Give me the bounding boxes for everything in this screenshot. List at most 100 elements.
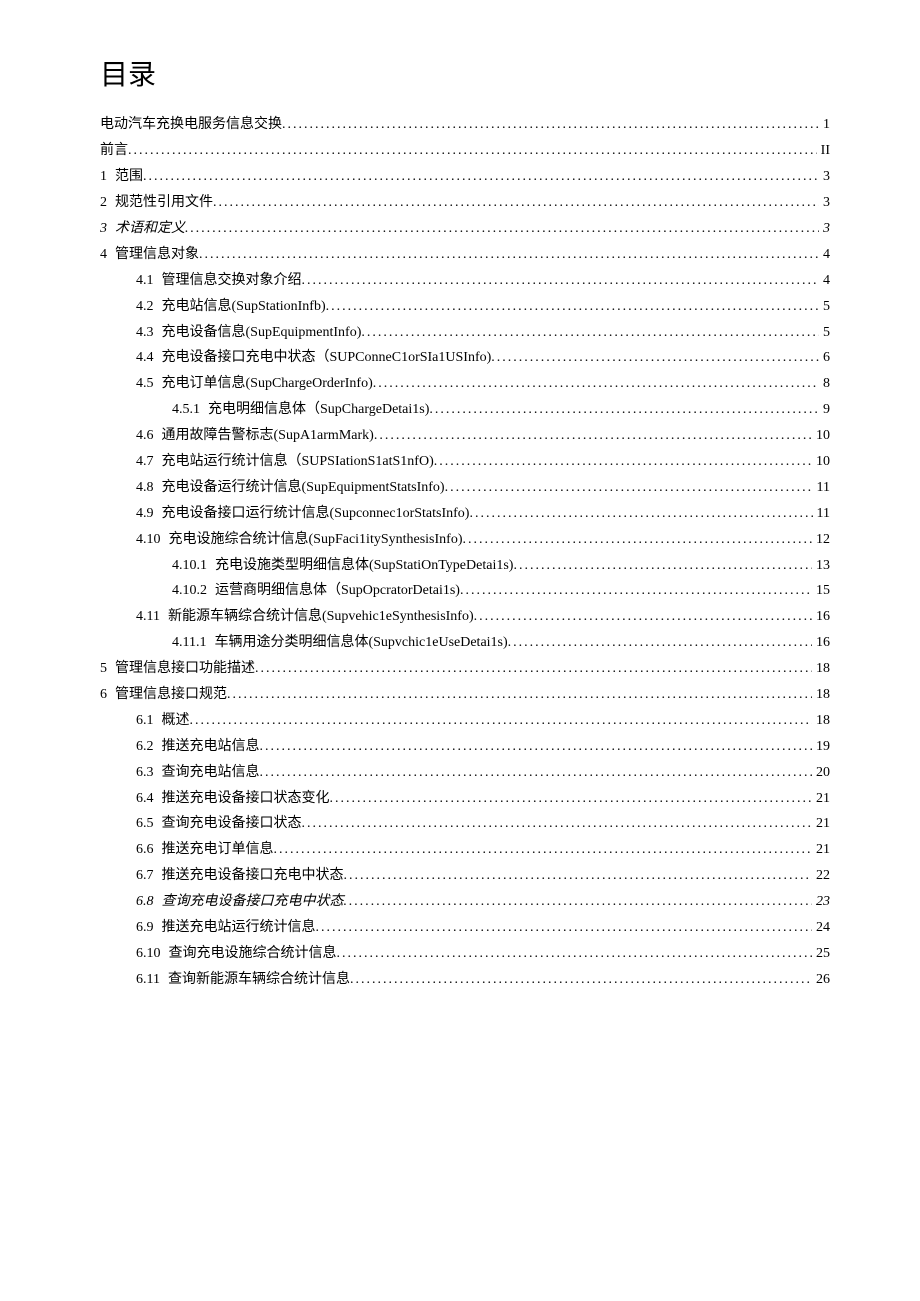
toc-entry: 6.3查询充电站信息20 [100,760,830,786]
toc-entry: 6.2推送充电站信息19 [100,734,830,760]
toc-entry-page: 23 [812,889,830,915]
toc-entry-label: 充电设备运行统计信息(SupEquipmentStatsInfo) [162,475,445,501]
toc-entry-number: 4.10.1 [172,553,215,579]
toc-entry-label: 概述 [162,708,190,734]
toc-entry-label: 管理信息接口功能描述 [115,656,255,682]
toc-entry: 4管理信息对象4 [100,242,830,268]
toc-entry: 4.10.2运营商明细信息体（SupOpcratorDetai1s)15 [100,578,830,604]
toc-title: 目录 [100,50,830,100]
toc-entry-label: 新能源车辆综合统计信息(Supvehic1eSynthesisInfo) [168,604,474,630]
toc-entry: 3术语和定义3 [100,216,830,242]
toc-leader-dots [190,708,813,734]
toc-entry-label: 管理信息对象 [115,242,199,268]
toc-leader-dots [508,630,812,656]
toc-entry-page: 13 [812,553,830,579]
toc-entry: 4.11新能源车辆综合统计信息(Supvehic1eSynthesisInfo)… [100,604,830,630]
toc-entry-page: 5 [819,320,830,346]
toc-leader-dots [326,294,819,320]
toc-entry-number: 4.9 [136,501,162,527]
toc-entry: 6.5查询充电设备接口状态21 [100,811,830,837]
toc-entry-number: 6.3 [136,760,162,786]
toc-entry-number: 6.5 [136,811,162,837]
toc-leader-dots [491,345,819,371]
toc-entry-page: 19 [812,734,830,760]
toc-entry: 5管理信息接口功能描述 18 [100,656,830,682]
toc-entry-label: 推送充电设备接口充电中状态 [162,863,344,889]
toc-entry: 6.6推送充电订单信息21 [100,837,830,863]
toc-entry: 2规范性引用文件 3 [100,190,830,216]
toc-entry-label: 管理信息接口规范 [115,682,227,708]
toc-leader-dots [199,242,819,268]
toc-entry-page: II [817,138,830,164]
toc-entry-label: 查询新能源车辆综合统计信息 [168,967,350,993]
toc-entry-label: 车辆用途分类明细信息体(Supvchic1eUseDetai1s) [214,630,507,656]
toc-entry-label: 管理信息交换对象介绍 [162,268,302,294]
toc-entry: 4.6通用故障告警标志(SupA1armMark)10 [100,423,830,449]
toc-entry-number: 4 [100,242,115,268]
toc-entry-label: 充电设施类型明细信息体(SupStatiOnTypeDetai1s) [215,553,513,579]
toc-leader-dots [260,760,813,786]
toc-leader-dots [434,449,812,475]
toc-entry: 6.1概述18 [100,708,830,734]
toc-leader-dots [316,915,813,941]
toc-leader-dots [350,967,812,993]
toc-leader-dots [302,268,820,294]
toc-entry-label: 充电明细信息体（SupChargeDetai1s) [208,397,429,423]
toc-entry-label: 规范性引用文件 [115,190,213,216]
toc-leader-dots [344,863,813,889]
toc-leader-dots [302,811,813,837]
toc-entry-page: 10 [812,423,830,449]
toc-entry-page: 10 [812,449,830,475]
toc-entry-page: 15 [812,578,830,604]
toc-entry: 4.1管理信息交换对象介绍4 [100,268,830,294]
toc-entry-page: 3 [819,216,830,242]
toc-leader-dots [274,837,813,863]
toc-entry-number: 5 [100,656,115,682]
toc-leader-dots [513,553,812,579]
toc-entry-number: 6.2 [136,734,162,760]
toc-entry-page: 18 [812,682,830,708]
toc-leader-dots [260,734,813,760]
toc-entry-label: 推送充电站运行统计信息 [162,915,316,941]
toc-entry: 4.10.1充电设施类型明细信息体(SupStatiOnTypeDetai1s)… [100,553,830,579]
toc-entry-number: 4.5.1 [172,397,208,423]
toc-entry-page: 21 [812,837,830,863]
toc-leader-dots [460,578,812,604]
toc-entry: 6.8查询充电设备接口充电中状态23 [100,889,830,915]
toc-entry-page: 3 [819,190,830,216]
toc-entry-number: 6.8 [136,889,162,915]
toc-entry-page: 4 [819,242,830,268]
toc-entry: 6.10查询充电设施综合统计信息25 [100,941,830,967]
toc-leader-dots [429,397,819,423]
toc-entry-number: 2 [100,190,115,216]
toc-entry-label: 充电设备接口充电中状态（SUPConneC1orSIa1USInfo) [162,345,492,371]
toc-entry-label: 充电设备信息(SupEquipmentInfo) [162,320,362,346]
toc-entry-page: 18 [812,656,830,682]
toc-entry-page: 11 [813,475,830,501]
toc-leader-dots [337,941,813,967]
toc-leader-dots [282,112,819,138]
toc-entry-number: 4.3 [136,320,162,346]
toc-entry-number: 6.7 [136,863,162,889]
toc-entry-number: 4.1 [136,268,162,294]
toc-entry-page: 11 [813,501,830,527]
toc-leader-dots [143,164,819,190]
toc-leader-dots [213,190,819,216]
toc-entry: 6.9推送充电站运行统计信息24 [100,915,830,941]
toc-entry-page: 5 [819,294,830,320]
toc-entry-number: 4.6 [136,423,162,449]
toc-leader-dots [255,656,812,682]
toc-entry: 4.8充电设备运行统计信息(SupEquipmentStatsInfo) 11 [100,475,830,501]
toc-entry: 4.5.1充电明细信息体（SupChargeDetai1s)9 [100,397,830,423]
toc-entry-number: 4.11.1 [172,630,214,656]
toc-leader-dots [463,527,813,553]
toc-leader-dots [374,423,812,449]
toc-entry: 4.10充电设施综合统计信息(SupFaci1itySynthesisInfo)… [100,527,830,553]
toc-entry: 6.7推送充电设备接口充电中状态 22 [100,863,830,889]
toc-entry-number: 4.8 [136,475,162,501]
toc-entry-page: 22 [812,863,830,889]
toc-leader-dots [185,216,819,242]
toc-entry: 6.11查询新能源车辆综合统计信息26 [100,967,830,993]
toc-entry-number: 6 [100,682,115,708]
toc-entry: 4.5充电订单信息(SupChargeOrderInfo)8 [100,371,830,397]
